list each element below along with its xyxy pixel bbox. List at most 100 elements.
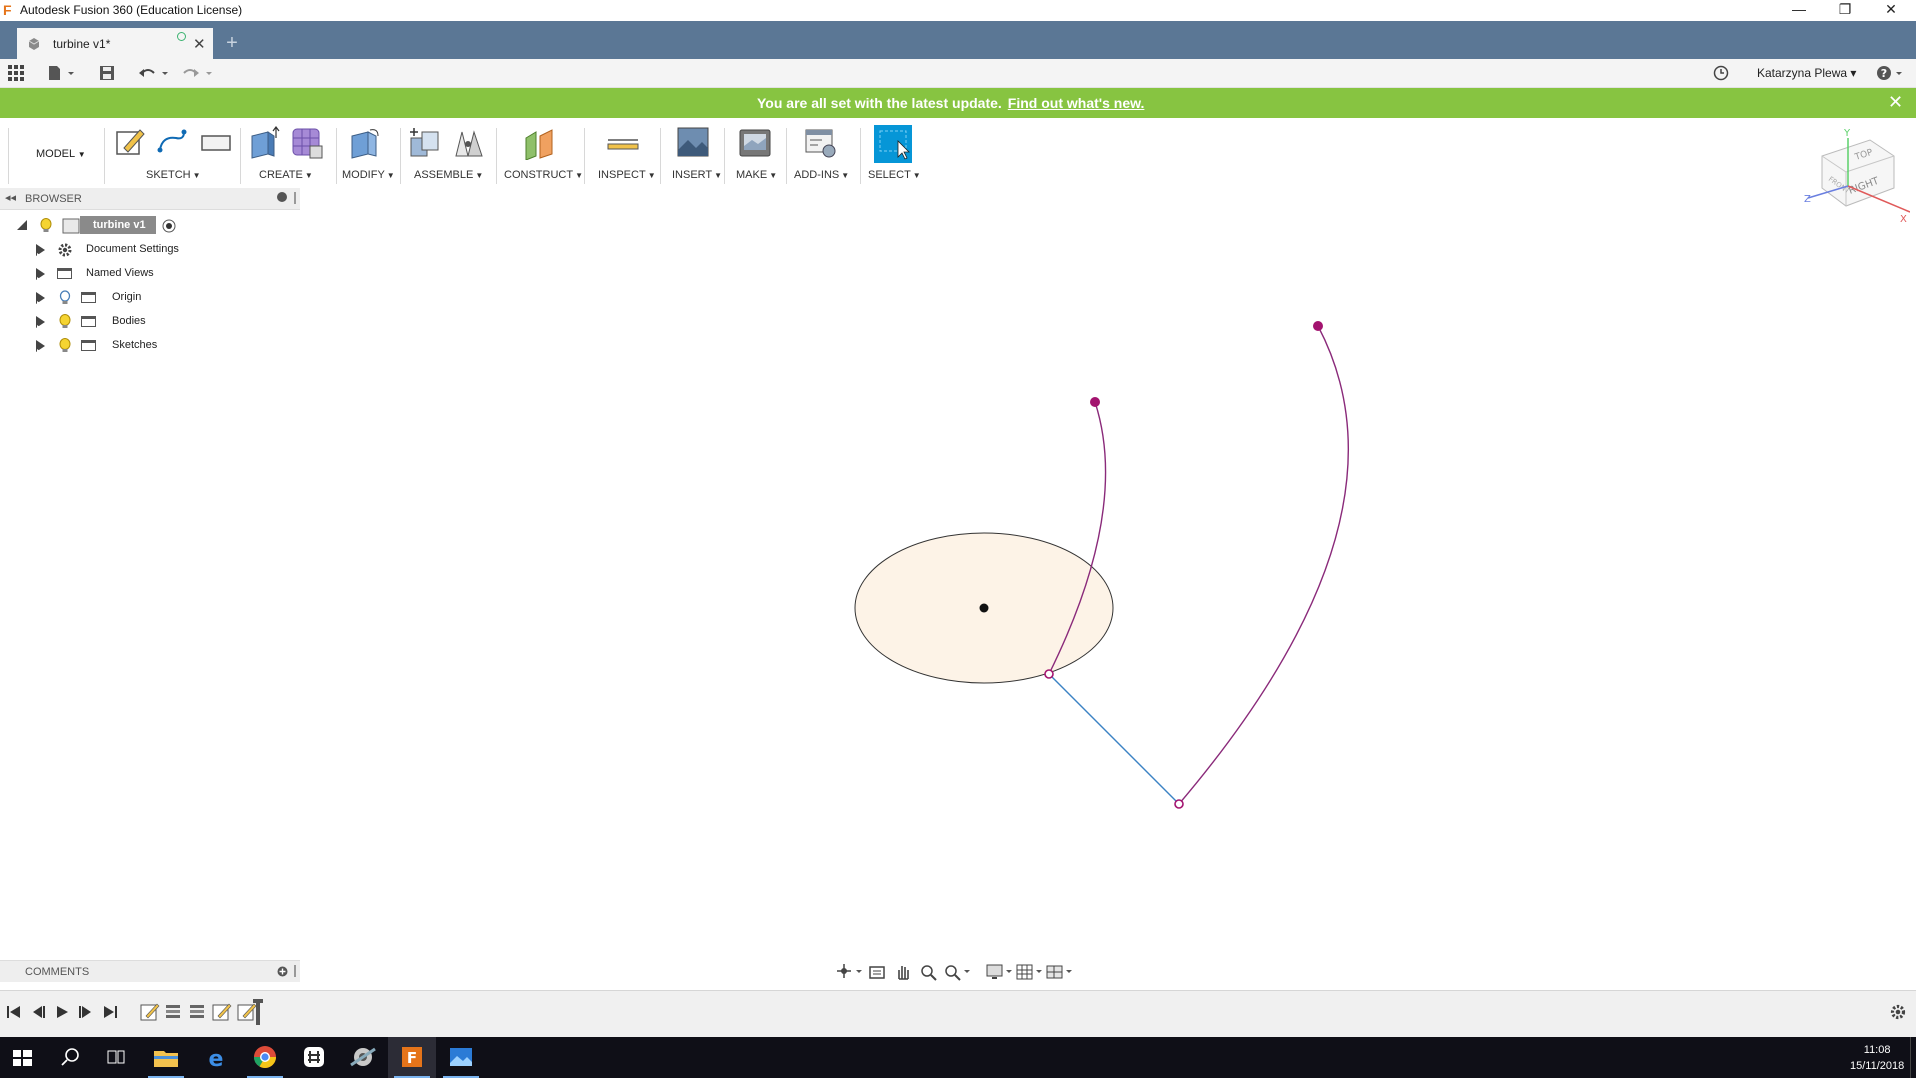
add-comment-icon[interactable] <box>277 966 288 977</box>
collapse-browser-icon[interactable]: ◂◂ <box>5 191 16 204</box>
system-clock[interactable]: 11:08 15/11/2018 <box>1850 1042 1904 1074</box>
visibility-bulb-icon[interactable] <box>59 338 71 353</box>
panel-resize-handle[interactable] <box>294 965 296 977</box>
new-tab-button[interactable]: + <box>219 31 245 57</box>
construct-menu[interactable]: CONSTRUCT ▼ <box>504 169 583 181</box>
hidden-bulb-icon[interactable] <box>59 290 71 305</box>
timeline-first-icon[interactable] <box>6 1004 22 1020</box>
assemble-menu[interactable]: ASSEMBLE ▼ <box>414 169 483 181</box>
extrude-icon[interactable] <box>248 126 280 160</box>
circle-center-point[interactable] <box>979 603 989 613</box>
display-settings-icon[interactable] <box>986 963 1014 981</box>
settings-app-taskbar-icon[interactable] <box>339 1037 387 1078</box>
create-form-icon[interactable] <box>290 126 324 160</box>
dismiss-notification-button[interactable]: ✕ <box>1888 92 1903 113</box>
workspace-switcher[interactable]: MODEL ▼ <box>36 148 86 160</box>
joint-icon[interactable] <box>452 126 486 160</box>
expand-arrow-icon[interactable] <box>36 268 45 285</box>
inspect-menu[interactable]: INSPECT ▼ <box>598 169 656 181</box>
browser-item-origin[interactable]: Origin <box>0 288 300 309</box>
chrome-taskbar-icon[interactable] <box>241 1037 289 1078</box>
fusion360-taskbar-icon[interactable]: F <box>388 1037 436 1078</box>
expand-arrow-icon[interactable] <box>36 340 45 357</box>
look-at-icon[interactable] <box>868 963 886 981</box>
show-desktop-button[interactable] <box>1910 1037 1916 1078</box>
browser-root-row[interactable]: turbine v1 <box>0 216 300 236</box>
orbit-icon[interactable] <box>836 963 864 981</box>
file-explorer-taskbar-icon[interactable] <box>142 1037 190 1078</box>
viewports-icon[interactable] <box>1046 963 1074 981</box>
save-icon[interactable] <box>99 65 115 85</box>
sketch-line[interactable] <box>1048 673 1180 805</box>
restore-button[interactable]: ❐ <box>1822 0 1868 21</box>
timeline-feature-icon[interactable] <box>164 1002 184 1022</box>
expand-arrow-icon[interactable] <box>36 292 45 309</box>
sketch-menu[interactable]: SKETCH ▼ <box>146 169 201 181</box>
expand-arrow-icon[interactable] <box>36 244 45 261</box>
create-menu[interactable]: CREATE ▼ <box>259 169 313 181</box>
browser-item-sketches[interactable]: Sketches <box>0 336 300 357</box>
search-icon[interactable] <box>46 1037 94 1078</box>
whats-new-link[interactable]: Find out what's new. <box>1008 95 1145 111</box>
file-menu-icon[interactable] <box>48 65 78 85</box>
timeline-marker-icon[interactable] <box>236 999 266 1025</box>
sketch-vertex[interactable] <box>1044 669 1054 679</box>
redo-icon[interactable] <box>182 65 216 85</box>
visibility-bulb-icon[interactable] <box>59 314 71 329</box>
measure-icon[interactable] <box>606 130 640 156</box>
zoom-icon[interactable] <box>920 963 938 981</box>
sketch-line-icon[interactable] <box>156 126 188 158</box>
timeline-settings-gear-icon[interactable] <box>1889 1003 1907 1021</box>
job-status-clock-icon[interactable] <box>1713 65 1729 85</box>
add-ins-menu[interactable]: ADD-INS ▼ <box>794 169 849 181</box>
task-view-icon[interactable] <box>92 1037 140 1078</box>
browser-item-bodies[interactable]: Bodies <box>0 312 300 333</box>
close-window-button[interactable]: ✕ <box>1868 0 1914 21</box>
minimize-button[interactable]: — <box>1776 0 1822 21</box>
sketch-vertex[interactable] <box>1174 799 1184 809</box>
edge-browser-taskbar-icon[interactable]: e <box>192 1037 240 1078</box>
create-sketch-icon[interactable] <box>114 126 146 158</box>
pan-hand-icon[interactable] <box>894 963 912 981</box>
slack-taskbar-icon[interactable] <box>290 1037 338 1078</box>
canvas-image-icon[interactable] <box>676 126 710 160</box>
visibility-bulb-icon[interactable] <box>40 218 52 233</box>
windows-start-icon[interactable] <box>0 1037 48 1078</box>
timeline-previous-icon[interactable] <box>30 1004 46 1020</box>
spline-endpoint[interactable] <box>1313 321 1323 331</box>
insert-menu[interactable]: INSERT ▼ <box>672 169 722 181</box>
data-panel-grid-icon[interactable] <box>8 65 24 85</box>
scripts-addins-icon[interactable] <box>804 126 838 160</box>
timeline-feature-icon[interactable] <box>188 1002 208 1022</box>
browser-item-document-settings[interactable]: Document Settings <box>0 240 300 261</box>
timeline-next-icon[interactable] <box>78 1004 94 1020</box>
timeline-play-icon[interactable] <box>54 1004 70 1020</box>
document-tab[interactable]: turbine v1* ✕ <box>17 28 213 59</box>
offset-plane-icon[interactable] <box>522 126 556 160</box>
spline-endpoint[interactable] <box>1090 397 1100 407</box>
sketch-rectangle-icon[interactable] <box>200 130 232 156</box>
photos-taskbar-icon[interactable] <box>437 1037 485 1078</box>
undo-icon[interactable] <box>138 65 172 85</box>
activate-radio-icon[interactable] <box>162 219 176 233</box>
timeline-last-icon[interactable] <box>102 1004 118 1020</box>
expand-arrow-icon[interactable] <box>36 316 45 333</box>
sketch-spline-inner[interactable] <box>1048 401 1107 675</box>
comments-panel[interactable]: COMMENTS <box>0 960 300 982</box>
browser-item-named-views[interactable]: Named Views <box>0 264 300 285</box>
press-pull-icon[interactable] <box>348 126 382 160</box>
viewcube[interactable]: TOP RIGHT FRONT Y X Z <box>1800 126 1911 236</box>
expanded-triangle-icon[interactable] <box>16 219 28 231</box>
modify-menu[interactable]: MODIFY ▼ <box>342 169 395 181</box>
grid-settings-icon[interactable] <box>1016 963 1044 981</box>
fit-zoom-icon[interactable] <box>944 963 974 981</box>
sketch-profile-circle[interactable] <box>854 532 1114 684</box>
select-tool-icon[interactable] <box>874 125 912 163</box>
close-tab-button[interactable]: ✕ <box>193 35 206 53</box>
browser-minimize-icon[interactable] <box>277 192 287 202</box>
sketch-spline-outer[interactable] <box>1178 325 1350 805</box>
browser-header[interactable]: ◂◂ BROWSER <box>0 188 300 210</box>
make-menu[interactable]: MAKE ▼ <box>736 169 777 181</box>
timeline-sketch-feature-icon[interactable] <box>212 1002 232 1022</box>
help-icon[interactable]: ? <box>1876 65 1906 85</box>
